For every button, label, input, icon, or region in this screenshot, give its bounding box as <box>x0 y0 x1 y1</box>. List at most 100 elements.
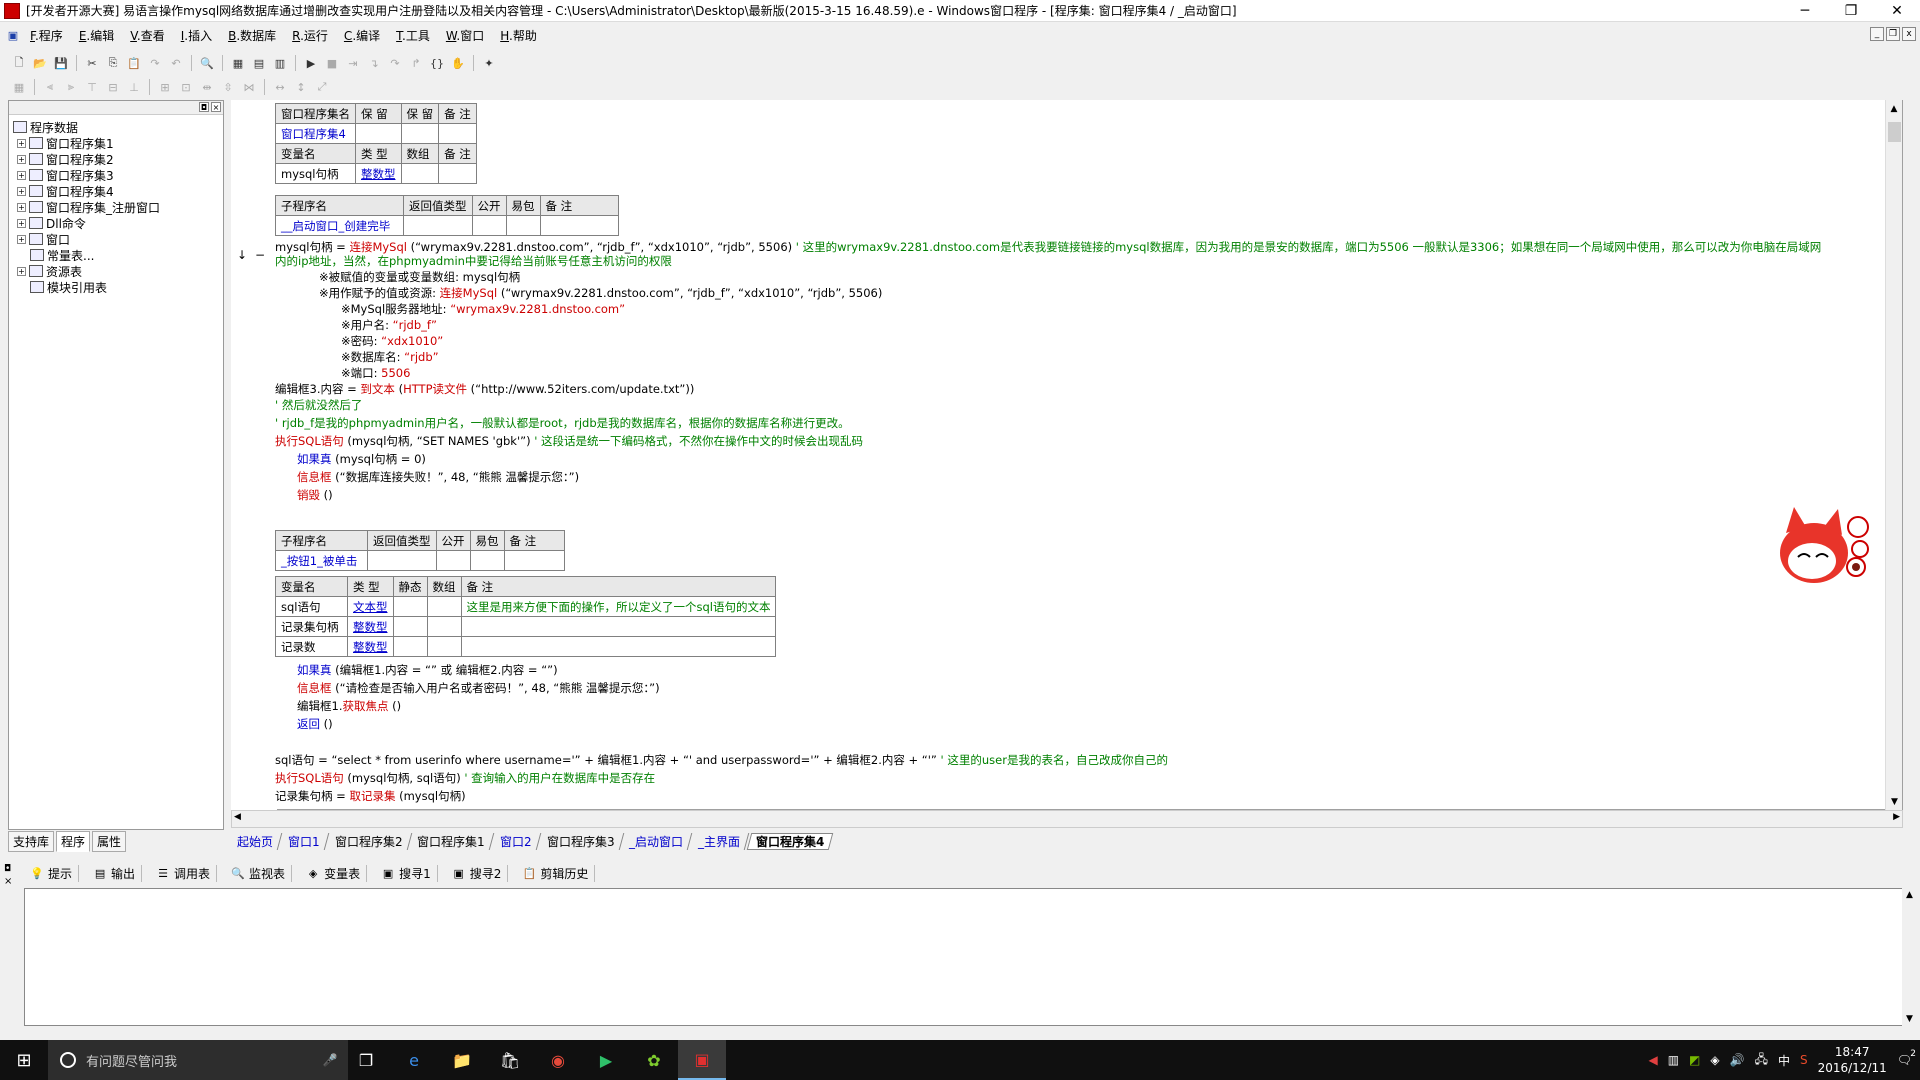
same-height-icon[interactable]: ↕ <box>292 78 310 96</box>
output-panel[interactable] <box>24 888 1904 1026</box>
scroll-right-icon[interactable]: ▶ <box>1893 812 1900 822</box>
doc-tab[interactable]: 窗口程序集2 <box>326 832 412 850</box>
tray-app2-icon[interactable]: ◈ <box>1710 1053 1719 1067</box>
variable-comment-cell[interactable]: 这里是用来方便下面的操作，所以定义了一个sql语句的文本 <box>460 596 777 617</box>
media-player-icon[interactable]: ▶ <box>582 1040 630 1080</box>
layout2-icon[interactable]: ▤ <box>250 54 268 72</box>
new-icon[interactable]: 🗋 <box>10 54 28 72</box>
menu-window[interactable]: W.窗口 <box>444 25 486 46</box>
menu-view[interactable]: V.查看 <box>128 25 167 46</box>
align-left-icon[interactable]: ⫷ <box>41 78 59 96</box>
editor-horizontal-scrollbar[interactable]: ◀ ▶ <box>231 810 1903 828</box>
variable-name-cell[interactable]: sql语句 <box>275 596 348 617</box>
layout3-icon[interactable]: ▥ <box>271 54 289 72</box>
network-icon[interactable]: 🖧 <box>1755 1050 1768 1071</box>
table-cell[interactable] <box>392 596 428 617</box>
table-cell[interactable] <box>438 123 477 144</box>
code-line[interactable]: 编辑框3.内容 = 到文本 (HTTP读文件 (“http://www.52it… <box>275 381 694 398</box>
edge-browser-icon[interactable]: e <box>390 1040 438 1080</box>
minimize-button[interactable]: ─ <box>1782 0 1828 22</box>
code-line[interactable]: ※数据库名: “rjdb” <box>341 349 439 366</box>
panel-pin-icon[interactable]: ◘ <box>199 102 209 112</box>
code-line[interactable]: 内的ip地址，当然，在phpmyadmin中要记得给当前账号任意主机访问的权限 <box>275 253 672 270</box>
doc-tab[interactable]: 起始页 <box>228 832 283 850</box>
menu-help[interactable]: H.帮助 <box>498 25 539 46</box>
tree-item[interactable]: + 窗口程序集1 <box>13 135 223 151</box>
output-vertical-scrollbar[interactable]: ▲ ▼ <box>1902 888 1919 1026</box>
menu-database[interactable]: B.数据库 <box>226 25 278 46</box>
tab-search2[interactable]: ▣ 搜寻2 <box>446 864 509 882</box>
code-line[interactable]: ※端口: 5506 <box>341 365 410 382</box>
code-line[interactable]: ※密码: “xdx1010” <box>341 333 443 350</box>
tab-program[interactable]: 程序 <box>56 830 91 852</box>
tab-search1[interactable]: ▣ 搜寻1 <box>375 864 438 882</box>
table-cell[interactable] <box>469 550 505 571</box>
doc-tab[interactable]: 窗口2 <box>491 832 541 850</box>
code-line[interactable]: 记录集句柄 = 取记录集 (mysql句柄) <box>275 788 466 805</box>
tree-item[interactable]: 模块引用表 <box>13 279 223 295</box>
table-cell[interactable] <box>505 215 541 236</box>
code-line[interactable]: 返回 () <box>297 716 333 733</box>
taskbar-search[interactable]: 有问题尽管问我 <box>48 1040 348 1080</box>
step-over-icon[interactable]: ↷ <box>386 54 404 72</box>
nvidia-icon[interactable]: ◩ <box>1689 1053 1700 1067</box>
center-h-icon[interactable]: ⊞ <box>156 78 174 96</box>
code-line[interactable]: ※被赋值的变量或变量数组: mysql句柄 <box>319 269 520 286</box>
scroll-up-icon[interactable]: ▲ <box>1906 890 1913 900</box>
mascot-icon[interactable] <box>1776 505 1876 595</box>
code-line[interactable]: 销毁 () <box>297 487 333 504</box>
align-right-icon[interactable]: ⫸ <box>62 78 80 96</box>
copy-icon[interactable]: ⎘ <box>104 54 122 72</box>
cut-icon[interactable]: ✂ <box>83 54 101 72</box>
variable-name-cell[interactable]: 记录集句柄 <box>275 616 348 637</box>
menu-edit[interactable]: E.编辑 <box>77 25 116 46</box>
e-language-icon[interactable]: ▣ <box>678 1040 726 1080</box>
tree-root[interactable]: 程序数据 <box>13 119 223 135</box>
variable-name-cell[interactable]: mysql句柄 <box>275 163 356 184</box>
tree-item[interactable]: 常量表... <box>13 247 223 263</box>
doc-icon[interactable]: ▣ <box>4 26 22 44</box>
subroutine-name-cell[interactable]: __启动窗口_创建完毕 <box>275 215 404 236</box>
code-line[interactable]: ※用户名: “rjdb_f” <box>341 317 437 334</box>
tree-item[interactable]: + Dll命令 <box>13 215 223 231</box>
doc-tab[interactable]: 窗口1 <box>279 832 329 850</box>
tree-item[interactable]: + 资源表 <box>13 263 223 279</box>
code-line[interactable]: ' rjdb_f是我的phpmyadmin用户名，一般默认都是root，rjdb… <box>275 415 850 432</box>
microphone-icon[interactable]: 🎤 <box>318 1053 342 1067</box>
tree-item[interactable]: + 窗口程序集4 <box>13 183 223 199</box>
notification-icon[interactable]: 🗨 2 <box>1897 1049 1916 1067</box>
table-cell[interactable] <box>503 550 565 571</box>
step-out-icon[interactable]: ↱ <box>407 54 425 72</box>
green-app-icon[interactable]: ✿ <box>630 1040 678 1080</box>
code-line[interactable]: ※MySql服务器地址: “wrymax9v.2281.dnstoo.com” <box>341 301 625 318</box>
paste-icon[interactable]: 📋 <box>125 54 143 72</box>
align-middle-icon[interactable]: ⊟ <box>104 78 122 96</box>
align-bottom-icon[interactable]: ⊥ <box>125 78 143 96</box>
code-line[interactable]: ※用作赋予的值或资源: 连接MySql (“wrymax9v.2281.dnst… <box>319 285 882 302</box>
table-cell[interactable] <box>460 636 777 657</box>
code-line[interactable]: 如果真 (编辑框1.内容 = “” 或 编辑框2.内容 = “”) <box>297 662 558 679</box>
same-size-icon[interactable]: ⤢ <box>313 78 331 96</box>
tree-item[interactable]: + 窗口程序集3 <box>13 167 223 183</box>
table-cell[interactable] <box>435 550 471 571</box>
close-button[interactable]: ✕ <box>1874 0 1920 22</box>
assembly-name-cell[interactable]: 窗口程序集4 <box>275 123 356 144</box>
menu-tools[interactable]: T.工具 <box>394 25 432 46</box>
maximize-button[interactable]: ❐ <box>1828 0 1874 22</box>
mdi-restore-button[interactable]: ❐ <box>1886 27 1900 41</box>
table-cell[interactable] <box>392 636 428 657</box>
tab-clip-history[interactable]: 📋 剪辑历史 <box>516 864 596 882</box>
variable-type-cell[interactable]: 整数型 <box>347 636 394 657</box>
menu-insert[interactable]: I.插入 <box>179 25 214 46</box>
menu-program[interactable]: F.程序 <box>28 25 65 46</box>
scroll-down-icon[interactable]: ▼ <box>1886 793 1903 810</box>
table-cell[interactable] <box>426 616 462 637</box>
tab-variables[interactable]: ◈ 变量表 <box>300 864 368 882</box>
scroll-down-icon[interactable]: ▼ <box>1906 1014 1913 1024</box>
doc-tab[interactable]: 窗口程序集3 <box>538 832 624 850</box>
doc-tab[interactable]: _主界面 <box>689 832 750 850</box>
braces-icon[interactable]: {} <box>428 54 446 72</box>
redo-icon[interactable]: ↷ <box>146 54 164 72</box>
code-line[interactable]: 信息框 (“请检查是否输入用户名或者密码！”, 48, “熊熊 温馨提示您：”) <box>297 680 660 697</box>
tab-properties[interactable]: 属性 <box>92 830 127 852</box>
